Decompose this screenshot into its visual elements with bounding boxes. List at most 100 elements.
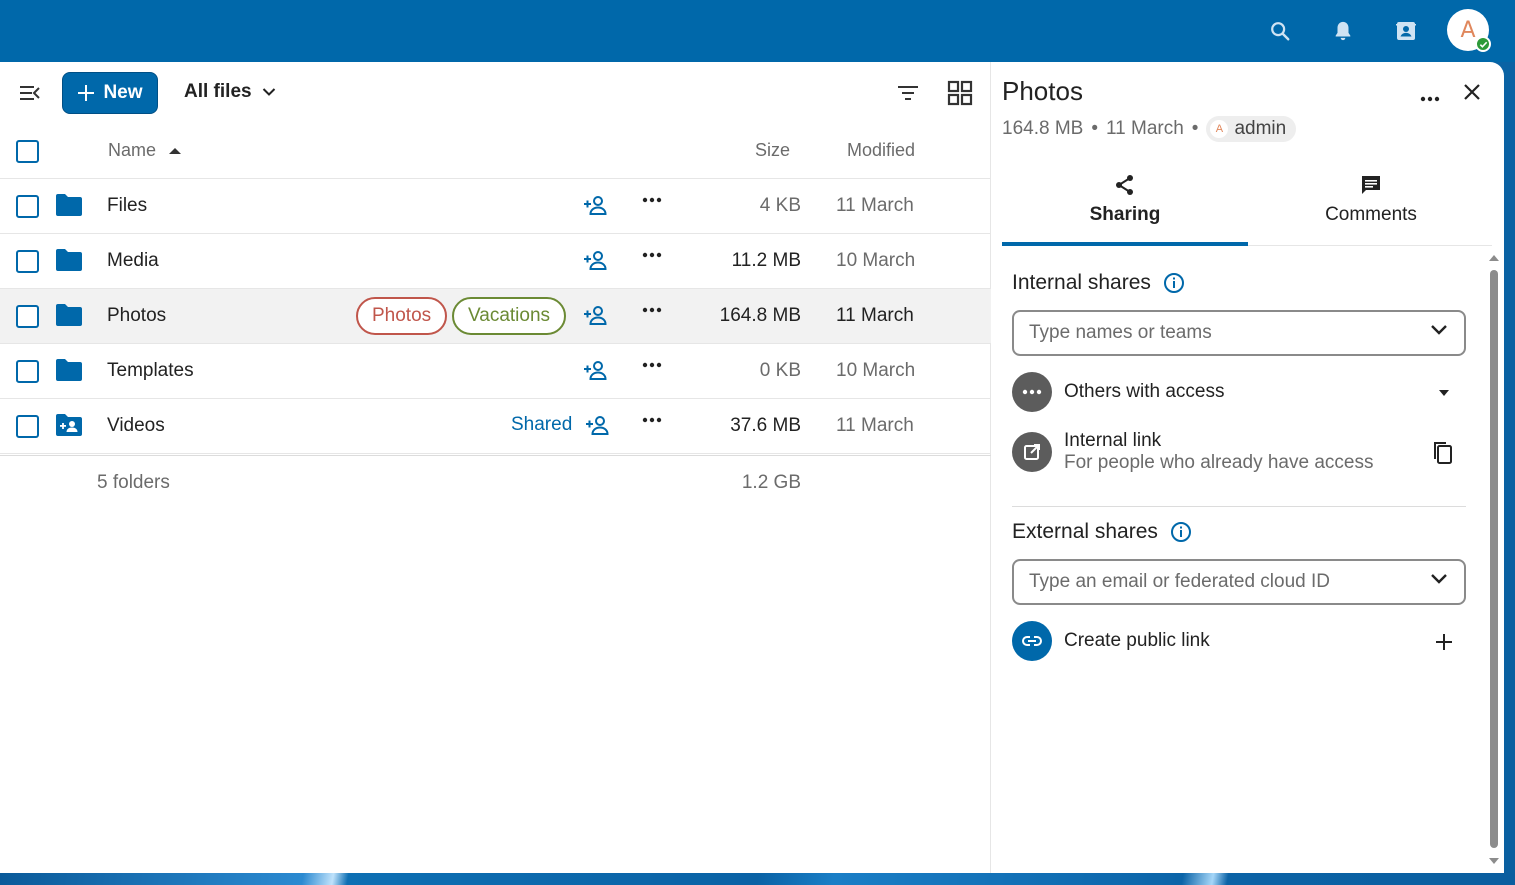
create-public-link-row[interactable]: Create public link (1012, 621, 1466, 665)
more-options-icon[interactable] (1420, 89, 1440, 107)
folder-icon (56, 194, 82, 216)
column-modified[interactable]: Modified (847, 140, 915, 161)
others-with-access[interactable]: Others with access (1012, 372, 1466, 416)
section-divider (1012, 506, 1466, 507)
row-checkbox[interactable] (16, 305, 39, 328)
internal-share-input[interactable]: Type names or teams (1012, 310, 1466, 356)
tag-photos[interactable]: Photos (356, 297, 448, 335)
owner-chip[interactable]: A admin (1206, 116, 1297, 142)
select-all-checkbox[interactable] (16, 140, 39, 163)
scroll-up-arrow[interactable] (1488, 254, 1500, 262)
more-actions-icon[interactable] (642, 417, 662, 423)
file-size: 37.6 MB (730, 415, 801, 436)
meta-date: 11 March (1105, 118, 1184, 139)
more-actions-icon[interactable] (642, 307, 662, 313)
filter-icon[interactable] (896, 84, 920, 107)
menu-collapse-icon[interactable] (18, 82, 42, 109)
tab-label: Sharing (1089, 204, 1161, 225)
search-icon[interactable] (1264, 15, 1296, 47)
shared-label[interactable]: Shared (511, 414, 572, 436)
chevron-down-icon (1431, 325, 1447, 335)
section-title: External shares (1012, 520, 1158, 543)
avatar-initial: A (1460, 17, 1476, 43)
meta-size: 164.8 MB (1002, 118, 1084, 139)
info-icon[interactable] (1163, 272, 1185, 294)
chevron-down-icon (262, 88, 275, 96)
column-size-label: Size (755, 140, 791, 160)
file-list-panel: New All files Name Size Modified Files 4… (0, 62, 991, 873)
file-modified: 11 March (836, 195, 914, 216)
file-modified: 11 March (836, 305, 914, 326)
internal-link-row[interactable]: Internal link For people who already hav… (1012, 430, 1466, 476)
external-share-input[interactable]: Type an email or federated cloud ID (1012, 559, 1466, 605)
file-name[interactable]: Files (107, 195, 147, 217)
copy-icon[interactable] (1432, 440, 1454, 466)
more-actions-icon[interactable] (642, 197, 662, 203)
table-row[interactable]: Photos Photos Vacations 164.8 MB 11 Marc… (0, 289, 991, 344)
internal-link-title: Internal link (1064, 430, 1162, 451)
column-modified-label: Modified (847, 140, 916, 160)
tab-sharing[interactable]: Sharing (1002, 168, 1248, 246)
new-button[interactable]: New (62, 72, 158, 114)
table-row[interactable]: Media 11.2 MB 10 March (0, 234, 991, 289)
tag-label: Photos (372, 305, 432, 326)
file-modified: 10 March (836, 250, 916, 271)
external-link-icon (1012, 432, 1052, 472)
share-user-icon[interactable] (583, 303, 609, 327)
close-icon[interactable] (1463, 83, 1481, 106)
tag-vacations[interactable]: Vacations (452, 297, 567, 335)
summary-count: 5 folders (97, 472, 170, 493)
row-checkbox[interactable] (16, 250, 39, 273)
share-user-icon[interactable] (583, 193, 609, 217)
internal-share-placeholder: Type names or teams (1029, 322, 1212, 343)
others-label: Others with access (1064, 381, 1225, 402)
file-size: 11.2 MB (731, 250, 801, 271)
share-user-icon[interactable] (583, 248, 609, 272)
meta-separator: • (1091, 118, 1098, 139)
info-icon[interactable] (1170, 521, 1192, 543)
scroll-down-arrow[interactable] (1488, 857, 1500, 865)
table-row[interactable]: Videos Shared 37.6 MB 11 March (0, 399, 991, 454)
share-user-icon[interactable] (583, 358, 609, 382)
breadcrumb[interactable]: All files (184, 81, 276, 103)
external-shares-title: External shares (1012, 520, 1192, 544)
desktop-background (0, 873, 1515, 885)
tab-comments[interactable]: Comments (1248, 168, 1494, 246)
table-row[interactable]: Files 4 KB 11 March (0, 179, 991, 234)
column-name[interactable]: Name (108, 140, 182, 161)
grid-view-icon[interactable] (947, 80, 973, 111)
row-checkbox[interactable] (16, 415, 39, 438)
dots-icon (1012, 372, 1052, 412)
more-actions-icon[interactable] (642, 362, 662, 368)
details-sidebar: Photos 164.8 MB • 11 March • A admin Sha… (992, 62, 1504, 873)
row-checkbox[interactable] (16, 360, 39, 383)
summary-total: 1.2 GB (741, 472, 801, 493)
file-name[interactable]: Videos (107, 415, 165, 437)
caret-down-icon[interactable] (1438, 389, 1450, 397)
external-share-placeholder: Type an email or federated cloud ID (1029, 571, 1331, 592)
user-avatar[interactable]: A (1447, 9, 1491, 52)
scrollbar-thumb[interactable] (1490, 270, 1498, 848)
table-row[interactable]: Templates 0 KB 10 March (0, 344, 991, 399)
link-icon (1012, 621, 1052, 661)
meta-separator: • (1191, 118, 1199, 139)
more-actions-icon[interactable] (642, 252, 662, 258)
file-name[interactable]: Photos (107, 305, 166, 327)
breadcrumb-label: All files (184, 81, 252, 102)
column-size[interactable]: Size (755, 140, 790, 161)
bell-icon[interactable] (1327, 15, 1359, 47)
internal-link-desc: For people who already have access (1064, 452, 1374, 473)
row-checkbox[interactable] (16, 195, 39, 218)
public-link-label: Create public link (1064, 630, 1210, 651)
file-size: 164.8 MB (719, 305, 801, 326)
share-icon (1116, 175, 1133, 195)
plus-icon[interactable] (1435, 633, 1453, 651)
column-name-label: Name (108, 140, 157, 160)
folder-icon (56, 304, 82, 326)
file-name[interactable]: Media (107, 250, 159, 272)
contacts-icon[interactable] (1390, 15, 1422, 47)
share-user-icon[interactable] (585, 413, 611, 437)
status-online-icon (1475, 36, 1491, 52)
file-name[interactable]: Templates (107, 360, 194, 382)
chevron-down-icon (1431, 574, 1447, 584)
